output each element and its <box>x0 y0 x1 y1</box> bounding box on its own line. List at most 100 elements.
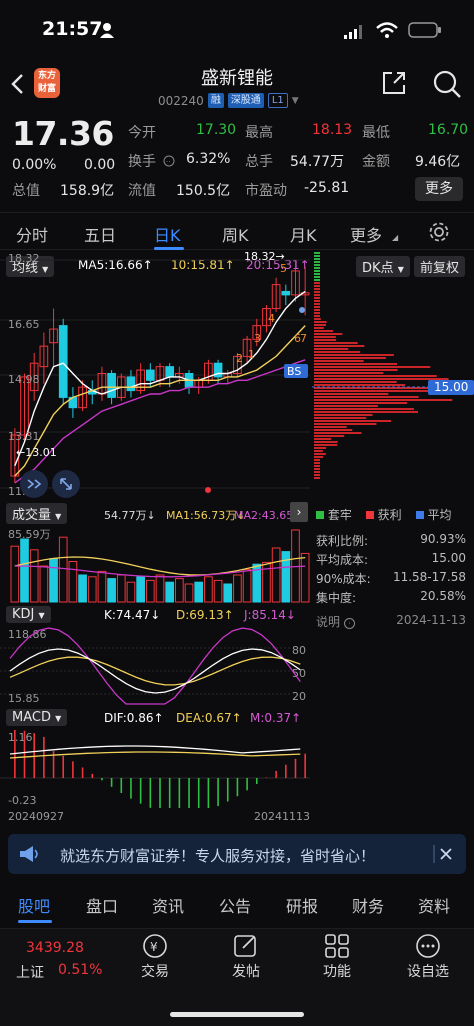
cost-bar <box>314 342 358 344</box>
volume-legend: 54.77万↓ <box>104 509 156 522</box>
cost-bar <box>314 360 364 362</box>
cost-bar <box>314 306 320 308</box>
cost-row-profit: 获利比例: 90.93% <box>316 532 466 549</box>
volume-bar <box>136 576 145 603</box>
tab-daily[interactable]: 日K <box>154 222 181 246</box>
share-icon[interactable] <box>380 69 408 101</box>
expand-icon[interactable] <box>52 470 80 498</box>
macd-bar <box>275 770 277 778</box>
watchlist-label[interactable]: 设自选 <box>398 961 458 981</box>
cost-bar <box>314 453 326 455</box>
cost-bar <box>314 468 320 470</box>
cost-bar <box>314 405 378 407</box>
btab-news[interactable]: 资讯 <box>152 893 184 917</box>
cost-bar <box>314 324 327 326</box>
macd-dea-legend: DEA:0.67↑ <box>176 711 242 725</box>
function-label[interactable]: 功能 <box>307 961 367 981</box>
cost-row-avg: 平均成本: 15.00 <box>316 551 466 568</box>
person-icon <box>100 22 114 42</box>
macd-bar <box>23 730 26 778</box>
macd-bar <box>294 758 297 778</box>
volume-bar <box>29 549 39 603</box>
cost-bar <box>314 279 320 281</box>
macd-selector[interactable]: MACD ▼ <box>6 709 68 726</box>
index-name: 上证 <box>16 965 44 981</box>
btab-profile[interactable]: 资料 <box>418 893 450 917</box>
btab-active-underline <box>18 920 52 923</box>
cost-bar <box>314 312 320 314</box>
more-button[interactable]: 更多 <box>415 177 463 201</box>
float-value: 150.5亿 <box>176 183 231 199</box>
svg-text:¥: ¥ <box>150 940 158 954</box>
kline-y-mid1: 16.65 <box>8 318 40 331</box>
sequence-marker: 1 <box>248 348 255 361</box>
post-icon[interactable] <box>232 932 260 964</box>
volume-bar <box>175 578 184 603</box>
volume-chart <box>10 529 310 603</box>
candle-body <box>58 325 68 398</box>
sequence-marker: 3 <box>254 332 261 345</box>
macd-bar <box>197 778 200 808</box>
volume-bar <box>223 583 233 603</box>
volume-bar <box>58 536 68 603</box>
tab-5day[interactable]: 五日 <box>84 222 116 246</box>
cost-bar <box>314 435 345 437</box>
cost-bar <box>314 384 405 386</box>
tag-margin: 融 <box>207 93 224 108</box>
cost-row-profit-value: 90.93% <box>420 532 466 546</box>
cost-bar <box>314 438 332 440</box>
cost-row-conc-value: 20.58% <box>420 589 466 603</box>
battery-icon <box>408 22 442 42</box>
chevron-down-icon[interactable]: ▼ <box>292 96 299 106</box>
banner-close-icon[interactable] <box>432 841 458 871</box>
btab-forum[interactable]: 股吧 <box>18 893 50 917</box>
cost-bar <box>314 366 431 368</box>
macd-bar <box>149 778 152 808</box>
cost-bar <box>314 315 320 317</box>
btab-announcements[interactable]: 公告 <box>219 893 251 917</box>
info-icon[interactable]: ·· <box>163 152 175 171</box>
tab-intraday[interactable]: 分时 <box>16 222 48 246</box>
volume-bar <box>10 545 20 603</box>
cost-bar <box>314 369 398 371</box>
volume-selector-label: 成交量 <box>12 508 52 523</box>
tag-level: L1 <box>267 93 288 108</box>
mktcap-label: 总值 <box>12 183 40 199</box>
blue-dot <box>299 307 305 313</box>
stock-code: 002240 <box>158 93 204 108</box>
open-label: 今开 <box>128 125 156 141</box>
kdj-selector[interactable]: KDJ ▼ <box>6 606 51 623</box>
post-label[interactable]: 发帖 <box>216 961 276 981</box>
search-icon[interactable] <box>432 69 462 103</box>
kdj-chart <box>0 627 301 705</box>
cost-bar <box>314 297 320 299</box>
kline-y-mid3: 13.31 <box>8 430 40 443</box>
chevron-right-icon[interactable]: › <box>290 502 308 522</box>
volume-bar <box>165 581 175 603</box>
btab-research[interactable]: 研报 <box>286 893 318 917</box>
btab-orderbook[interactable]: 盘口 <box>86 893 118 917</box>
tab-monthly[interactable]: 月K <box>290 222 317 246</box>
high-value: 18.13 <box>312 122 353 138</box>
cost-note[interactable]: 说明 · 2024-11-13 <box>316 613 466 630</box>
tab-more[interactable]: 更多 <box>350 222 382 246</box>
kline-chart[interactable]: 5432 16 7BS <box>0 250 310 500</box>
mktcap-value: 158.9亿 <box>60 183 115 199</box>
high-marker-value: 18.32 <box>244 250 276 263</box>
collapse-icon[interactable] <box>20 470 48 498</box>
settings-icon[interactable] <box>428 221 450 247</box>
volume-bar <box>145 579 155 603</box>
cost-bar <box>314 459 320 461</box>
tab-weekly[interactable]: 周K <box>222 222 249 246</box>
cost-bar <box>314 465 320 467</box>
cost-bar <box>314 474 320 476</box>
index-value[interactable]: 3439.28 <box>26 940 84 956</box>
volume-selector[interactable]: 成交量 ▼ <box>6 503 68 524</box>
low-marker: ←13.01 <box>16 446 57 459</box>
trade-icon[interactable]: ¥ <box>141 932 169 964</box>
turnover-value: 6.32% <box>186 151 231 167</box>
trade-label[interactable]: 交易 <box>125 961 185 981</box>
watchlist-icon[interactable] <box>414 932 442 964</box>
function-icon[interactable] <box>323 932 351 964</box>
btab-finance[interactable]: 财务 <box>352 893 384 917</box>
